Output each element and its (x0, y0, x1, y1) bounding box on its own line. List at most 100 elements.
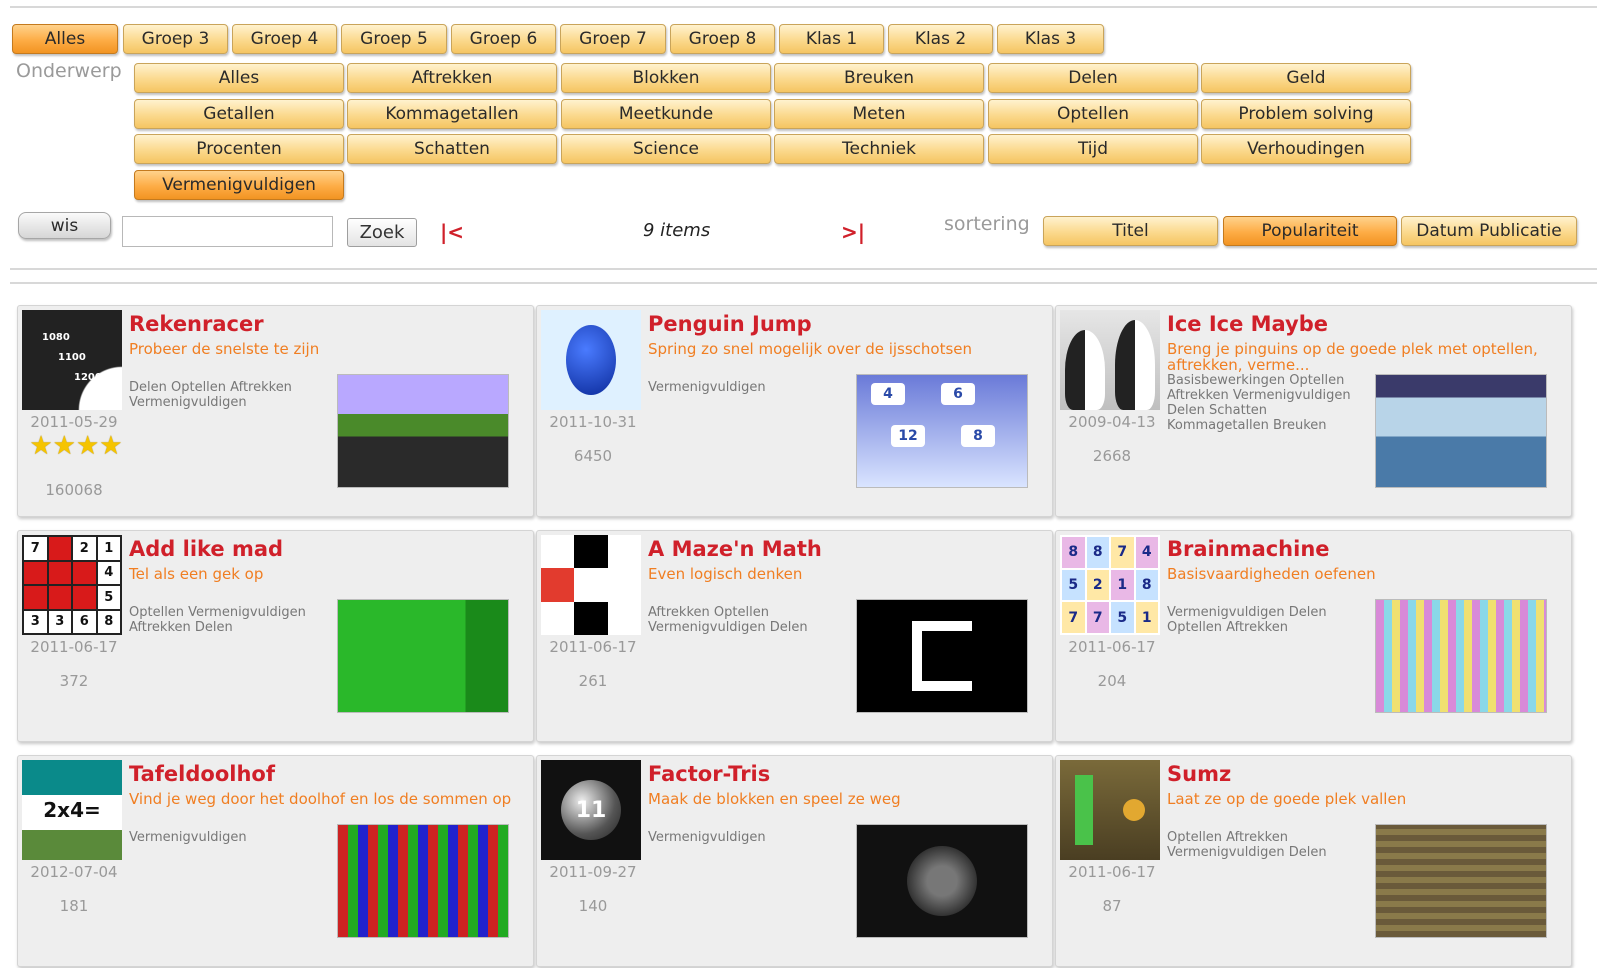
thumb-number: 1 (97, 537, 120, 560)
game-card[interactable]: A Maze'n Math Even logisch denken Aftrekke… (536, 530, 1053, 742)
game-card[interactable]: Penguin Jump Spring zo snel mogelijk over… (536, 305, 1053, 517)
game-subtitle: Laat ze op de goede plek vallen (1167, 790, 1407, 808)
subject-filter-4[interactable]: Delen (988, 63, 1198, 93)
floe-number: 6 (941, 383, 975, 405)
game-title[interactable]: Add like mad (129, 537, 283, 561)
thumb-number (48, 561, 71, 584)
subject-filter-3[interactable]: Breuken (774, 63, 984, 93)
speed-label: 1200 (74, 372, 102, 383)
search-button[interactable]: Zoek (347, 218, 417, 247)
game-title[interactable]: Penguin Jump (648, 312, 812, 336)
thumb-number: 4 (97, 561, 120, 584)
game-tags: Basisbewerkingen Optellen Aftrekken Verm… (1167, 373, 1351, 433)
subject-filter-18[interactable]: Vermenigvuldigen (134, 170, 344, 200)
subject-filter-6[interactable]: Getallen (134, 99, 344, 129)
subject-filter-14[interactable]: Science (561, 134, 771, 164)
sort-option-2[interactable]: Datum Publicatie (1401, 216, 1577, 246)
grade-filter-7[interactable]: Klas 1 (779, 24, 884, 54)
top-divider (10, 6, 1597, 8)
subject-filter-12[interactable]: Procenten (134, 134, 344, 164)
subject-filter-1[interactable]: Aftrekken (347, 63, 557, 93)
subject-filter-2[interactable]: Blokken (561, 63, 771, 93)
number-tiles-icon[interactable]: 887452187751 (1060, 535, 1160, 635)
game-tags: Optellen Aftrekken Vermenigvuldigen Dele… (1167, 830, 1327, 860)
sort-option-1[interactable]: Populariteit (1223, 216, 1397, 246)
ice-floes-icon[interactable]: 4 6 12 8 (856, 374, 1028, 488)
grid-game-icon[interactable] (337, 599, 509, 713)
grade-filter-9[interactable]: Klas 3 (997, 24, 1104, 54)
race-track-icon[interactable] (337, 374, 509, 488)
game-title[interactable]: Tafeldoolhof (129, 762, 275, 786)
game-date: 2011-09-27 (549, 863, 637, 881)
subject-filter-7[interactable]: Kommagetallen (347, 99, 557, 129)
game-views: 140 (578, 897, 608, 915)
game-title[interactable]: Sumz (1167, 762, 1231, 786)
game-card[interactable]: 2x4= Tafeldoolhof Vind je weg door het doo… (17, 755, 534, 967)
number-grid-icon[interactable]: 721453368 (22, 535, 122, 635)
subject-filter-8[interactable]: Meetkunde (561, 99, 771, 129)
subject-filter-11[interactable]: Problem solving (1201, 99, 1411, 129)
filter-divider-upper (10, 268, 1597, 270)
maze-icon[interactable] (541, 535, 641, 635)
game-card[interactable]: Sumz Laat ze op de goede plek vallen Optel… (1055, 755, 1572, 967)
ball-11-icon[interactable]: 11 (541, 760, 641, 860)
times-table-icon[interactable]: 2x4= (22, 760, 122, 860)
penguins-icon[interactable] (1060, 310, 1160, 410)
game-date: 2011-10-31 (549, 413, 637, 431)
subject-filter-10[interactable]: Optellen (988, 99, 1198, 129)
game-card[interactable]: 1080 1100 1200 1220 Rekenracer Probeer de sne… (17, 305, 534, 517)
grade-filter-2[interactable]: Groep 4 (232, 24, 337, 54)
sort-option-0[interactable]: Titel (1043, 216, 1218, 246)
speed-label: 1220 (90, 392, 118, 403)
thumb-number (24, 561, 47, 584)
thumb-number: 1 (1135, 602, 1158, 633)
game-views: 160068 (45, 481, 103, 499)
brick-wall-icon[interactable] (1375, 824, 1547, 938)
labyrinth-icon[interactable] (337, 824, 509, 938)
grade-filter-5[interactable]: Groep 7 (560, 24, 666, 54)
subject-filter-15[interactable]: Techniek (774, 134, 984, 164)
speed-label: 1080 (42, 332, 70, 343)
subject-filter-16[interactable]: Tijd (988, 134, 1198, 164)
game-card[interactable]: 11 Factor-Tris Maak de blokken en speel ze… (536, 755, 1053, 967)
game-title[interactable]: Brainmachine (1167, 537, 1330, 561)
grade-filter-3[interactable]: Groep 5 (341, 24, 447, 54)
game-card[interactable]: 7 2 1 4 5 3 3 6 8 Add like mad Tel als een gek op O… (17, 530, 534, 742)
game-date: 2011-05-29 (30, 413, 118, 431)
clear-button[interactable]: wis (18, 212, 111, 239)
mountain-icon[interactable] (1375, 374, 1547, 488)
game-views: 2668 (1092, 447, 1132, 465)
pager-last-button[interactable]: >| (841, 220, 865, 244)
factor-machine-icon[interactable] (856, 824, 1028, 938)
search-input[interactable] (122, 216, 333, 247)
subject-filter-17[interactable]: Verhoudingen (1201, 134, 1411, 164)
subject-filter-9[interactable]: Meten (774, 99, 984, 129)
game-subtitle: Basisvaardigheden oefenen (1167, 565, 1376, 583)
speedometer-icon[interactable]: 1080 1100 1200 1220 (22, 310, 122, 410)
penguin-icon[interactable] (541, 310, 641, 410)
grade-filter-1[interactable]: Groep 3 (123, 24, 228, 54)
grade-filter-4[interactable]: Groep 6 (451, 24, 556, 54)
times-table-text: 2x4= (43, 798, 101, 822)
game-card[interactable]: Ice Ice Maybe Breng je pinguins op de goe… (1055, 305, 1572, 517)
game-subtitle: Breng je pinguins op de goede plek met o… (1167, 340, 1538, 374)
game-title[interactable]: Ice Ice Maybe (1167, 312, 1328, 336)
subject-filter-5[interactable]: Geld (1201, 63, 1411, 93)
grade-filter-0[interactable]: Alles (12, 24, 118, 54)
game-title[interactable]: A Maze'n Math (648, 537, 822, 561)
game-tags: Vermenigvuldigen (648, 830, 766, 845)
tile-board-icon[interactable] (1375, 599, 1547, 713)
maze-board-icon[interactable] (856, 599, 1028, 713)
thumb-number: 8 (97, 610, 120, 633)
game-card[interactable]: 8 8 7 4 5 2 1 8 7 7 5 1 Brainmachine Basisvaardighede… (1055, 530, 1572, 742)
pager-first-button[interactable]: |< (440, 220, 464, 244)
thumb-number: 1 (1111, 569, 1134, 601)
subject-filter-0[interactable]: Alles (134, 63, 344, 93)
game-title[interactable]: Rekenracer (129, 312, 264, 336)
game-views: 204 (1097, 672, 1127, 690)
game-title[interactable]: Factor-Tris (648, 762, 770, 786)
falling-blocks-icon[interactable] (1060, 760, 1160, 860)
grade-filter-6[interactable]: Groep 8 (670, 24, 775, 54)
subject-filter-13[interactable]: Schatten (347, 134, 557, 164)
grade-filter-8[interactable]: Klas 2 (888, 24, 993, 54)
